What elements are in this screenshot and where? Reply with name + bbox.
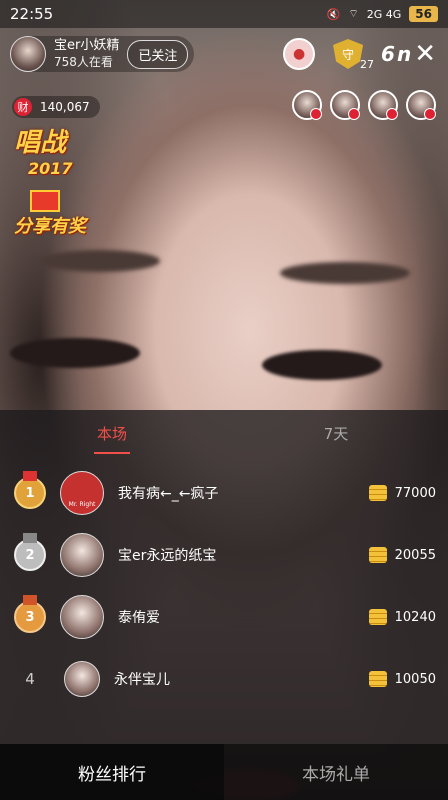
fan-ranking-panel: 本场 7天 1 Mr. Right 我有病←_←疯子 77000 2 宝er永远…	[0, 410, 448, 800]
video-feature	[262, 350, 382, 380]
close-icon[interactable]: ✕	[414, 39, 436, 69]
share-reward-badge[interactable]: 分享有奖	[14, 212, 86, 238]
user-avatar[interactable]: Mr. Right	[60, 471, 104, 515]
ranking-row[interactable]: 1 Mr. Right 我有病←_←疯子 77000	[0, 462, 448, 524]
viewer-avatar[interactable]	[330, 90, 360, 120]
gold-medal-icon: 1	[14, 471, 46, 509]
bronze-medal-icon: 3	[14, 595, 46, 633]
network-label: 2G 4G	[366, 7, 402, 21]
coin-stack-icon	[368, 609, 387, 625]
host-info[interactable]: 宝er小妖精 758人在看 已关注	[10, 36, 195, 72]
follow-button[interactable]: 已关注	[127, 39, 189, 69]
coin-stack-icon	[368, 671, 387, 687]
singing-battle-badge[interactable]: 唱战 2017	[14, 130, 73, 182]
promo-year: 2017	[28, 159, 73, 178]
user-avatar[interactable]	[60, 595, 104, 639]
viewer-avatars	[292, 90, 436, 120]
viewer-avatar[interactable]	[292, 90, 322, 120]
bottom-tabs: 粉丝排行 本场礼单	[0, 744, 448, 800]
coin-value: 140,067	[40, 100, 90, 114]
coin-tag-icon: 财	[14, 98, 32, 116]
tab-7-days[interactable]: 7天	[224, 410, 448, 458]
ranking-tabs: 本场 7天	[0, 410, 448, 458]
host-name: 宝er小妖精	[54, 38, 120, 53]
viewer-avatar[interactable]	[406, 90, 436, 120]
user-score: 77000	[394, 485, 436, 501]
user-score: 10050	[394, 671, 436, 687]
video-feature	[280, 262, 410, 284]
user-name: 永伴宝儿	[114, 672, 170, 688]
video-feature	[10, 338, 140, 368]
coin-balance[interactable]: 财 140,067	[12, 96, 100, 118]
tab-gift-list[interactable]: 本场礼单	[224, 744, 448, 800]
promo-title: 唱战	[14, 128, 67, 158]
user-name: 宝er永远的纸宝	[118, 548, 217, 564]
silver-medal-icon: 2	[14, 533, 46, 571]
ranking-row[interactable]: 4 永伴宝儿 10050	[0, 648, 448, 710]
user-avatar[interactable]	[60, 533, 104, 577]
user-score: 20055	[394, 547, 436, 563]
video-feature	[40, 250, 160, 272]
guard-shield-icon[interactable]: 守	[333, 39, 364, 69]
ranking-list: 1 Mr. Right 我有病←_←疯子 77000 2 宝er永远的纸宝 20…	[0, 462, 448, 710]
status-time: 22:55	[10, 5, 54, 23]
wifi-icon: ⌔	[348, 7, 359, 20]
host-avatar[interactable]	[10, 36, 46, 72]
user-avatar[interactable]	[64, 661, 100, 697]
tab-this-session[interactable]: 本场	[0, 410, 224, 458]
gift-box-icon	[30, 190, 60, 212]
guard-count: 27	[360, 58, 374, 71]
user-name: 我有病←_←疯子	[118, 486, 219, 502]
status-bar: 22:55 🔇 ⌔ 2G 4G 56	[0, 0, 448, 28]
mute-icon: 🔇	[326, 7, 341, 21]
coin-stack-icon	[368, 547, 387, 563]
egg-icon[interactable]: ●	[283, 38, 316, 70]
rank-number: 4	[25, 670, 35, 688]
viewer-avatar[interactable]	[368, 90, 398, 120]
ranking-row[interactable]: 2 宝er永远的纸宝 20055	[0, 524, 448, 586]
coin-stack-icon	[368, 485, 387, 501]
battery-level: 56	[409, 6, 438, 22]
user-name: 泰侑爱	[118, 610, 160, 626]
user-score: 10240	[394, 609, 436, 625]
viewer-count: 758人在看	[54, 55, 113, 69]
brand-logo: 6 n	[381, 42, 411, 66]
ranking-row[interactable]: 3 泰侑爱 10240	[0, 586, 448, 648]
tab-fan-ranking[interactable]: 粉丝排行	[0, 744, 224, 800]
